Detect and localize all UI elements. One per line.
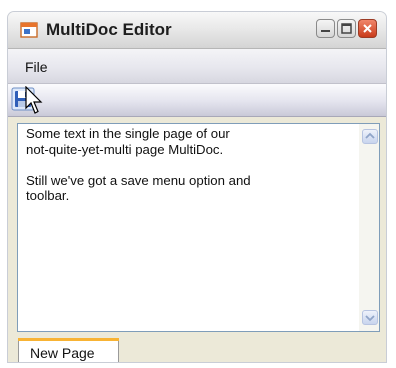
menu-file[interactable]: File: [25, 59, 48, 75]
maximize-button[interactable]: [337, 19, 356, 38]
chevron-up-icon: [365, 132, 375, 139]
scroll-up-button[interactable]: [362, 129, 378, 144]
document-editor[interactable]: Some text in the single page of our not-…: [17, 123, 380, 332]
close-icon: [363, 24, 372, 33]
title-bar[interactable]: MultiDoc Editor: [8, 12, 386, 49]
minimize-icon: [321, 30, 330, 32]
toolbar: [8, 84, 386, 117]
maximize-icon: [341, 23, 352, 34]
app-window: MultiDoc Editor File Some text in the si…: [7, 11, 387, 363]
chevron-down-icon: [365, 315, 375, 322]
menu-bar: File: [8, 49, 386, 84]
tab-new-page[interactable]: New Page: [18, 338, 119, 362]
scroll-down-button[interactable]: [362, 310, 378, 325]
window-title: MultiDoc Editor: [46, 20, 172, 39]
minimize-button[interactable]: [316, 19, 335, 38]
tab-selected-indicator: [18, 338, 119, 341]
close-button[interactable]: [358, 19, 377, 38]
mouse-pointer-icon: [25, 86, 43, 114]
vertical-scrollbar[interactable]: [359, 124, 379, 331]
app-window-icon: [20, 22, 38, 38]
tab-label: New Page: [30, 345, 95, 361]
document-text[interactable]: Some text in the single page of our not-…: [26, 126, 346, 204]
